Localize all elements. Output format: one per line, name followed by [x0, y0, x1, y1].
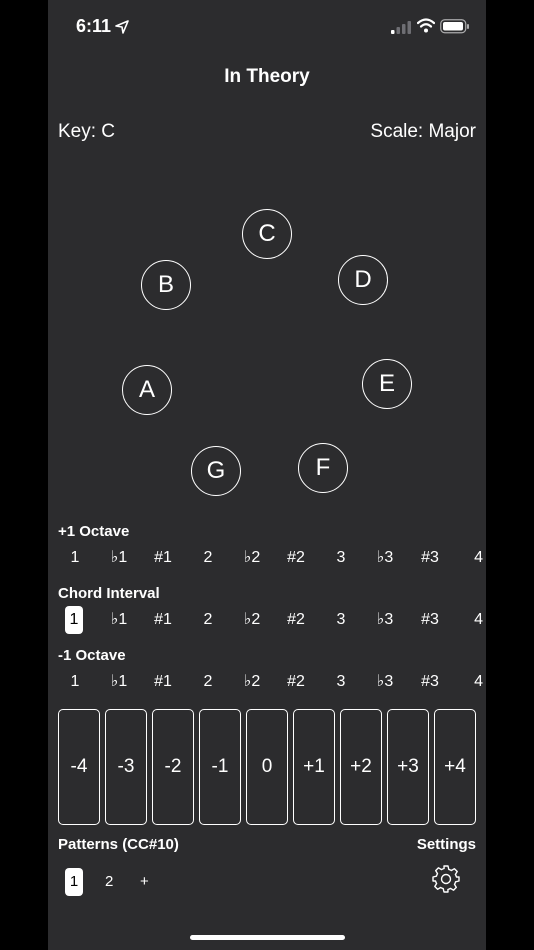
settings-label[interactable]: Settings	[417, 836, 476, 853]
interval-sharp-2[interactable]: #2	[280, 544, 312, 572]
interval-sharp-3[interactable]: #3	[414, 606, 446, 634]
interval-3[interactable]: 3	[325, 544, 357, 572]
transpose-minus-3-button[interactable]: -3	[105, 709, 147, 825]
cellular-signal-icon	[391, 21, 411, 34]
minus-octave-label: -1 Octave	[58, 647, 126, 664]
interval-1-selected[interactable]: 1	[65, 606, 83, 634]
interval-flat-3[interactable]: ♭3	[369, 668, 401, 696]
note-g[interactable]: G	[191, 446, 241, 496]
transpose-plus-3-button[interactable]: +3	[387, 709, 429, 825]
transpose-minus-1-button[interactable]: -1	[199, 709, 241, 825]
interval-2[interactable]: 2	[192, 544, 224, 572]
transpose-minus-2-button[interactable]: -2	[152, 709, 194, 825]
interval-flat-2[interactable]: ♭2	[236, 668, 268, 696]
interval-flat-1[interactable]: ♭1	[103, 606, 135, 634]
pattern-1-tab[interactable]: 1	[65, 868, 83, 896]
interval-flat-2[interactable]: ♭2	[236, 606, 268, 634]
key-selector[interactable]: Key: C	[58, 121, 115, 143]
interval-flat-1[interactable]: ♭1	[103, 668, 135, 696]
status-time: 6:11	[76, 16, 112, 36]
gear-icon[interactable]	[431, 864, 461, 894]
interval-sharp-2[interactable]: #2	[280, 668, 312, 696]
interval-flat-1[interactable]: ♭1	[103, 544, 135, 572]
note-c[interactable]: C	[242, 209, 292, 259]
transpose-plus-1-button[interactable]: +1	[293, 709, 335, 825]
interval-flat-3[interactable]: ♭3	[369, 606, 401, 634]
interval-1[interactable]: 1	[59, 668, 91, 696]
transpose-minus-4-button[interactable]: -4	[58, 709, 100, 825]
pattern-2-tab[interactable]: 2	[105, 868, 113, 896]
interval-sharp-1[interactable]: #1	[147, 606, 179, 634]
note-f[interactable]: F	[298, 443, 348, 493]
interval-sharp-3[interactable]: #3	[414, 668, 446, 696]
interval-sharp-3[interactable]: #3	[414, 544, 446, 572]
location-arrow-icon	[115, 20, 129, 34]
interval-sharp-1[interactable]: #1	[147, 544, 179, 572]
interval-4[interactable]: 4	[458, 668, 483, 696]
transpose-plus-2-button[interactable]: +2	[340, 709, 382, 825]
transpose-plus-4-button[interactable]: +4	[434, 709, 476, 825]
battery-icon	[440, 19, 469, 34]
interval-3[interactable]: 3	[325, 668, 357, 696]
interval-2[interactable]: 2	[192, 606, 224, 634]
patterns-label: Patterns (CC#10)	[58, 836, 179, 853]
plus-octave-label: +1 Octave	[58, 523, 130, 540]
interval-flat-2[interactable]: ♭2	[236, 544, 268, 572]
home-indicator	[190, 935, 345, 940]
interval-flat-3[interactable]: ♭3	[369, 544, 401, 572]
interval-sharp-1[interactable]: #1	[147, 668, 179, 696]
interval-4[interactable]: 4	[458, 544, 483, 572]
transpose-0-button[interactable]: 0	[246, 709, 288, 825]
chord-interval-row: 1 ♭1 #1 2 ♭2 #2 3 ♭3 #3 4	[58, 606, 483, 634]
minus-octave-row: 1 ♭1 #1 2 ♭2 #2 3 ♭3 #3 4	[58, 668, 483, 696]
wifi-icon	[417, 18, 435, 33]
interval-2[interactable]: 2	[192, 668, 224, 696]
note-e[interactable]: E	[362, 359, 412, 409]
interval-1[interactable]: 1	[59, 544, 91, 572]
note-d[interactable]: D	[338, 255, 388, 305]
scale-selector[interactable]: Scale: Major	[370, 121, 476, 143]
note-b[interactable]: B	[141, 260, 191, 310]
interval-sharp-2[interactable]: #2	[280, 606, 312, 634]
add-pattern-button[interactable]: +	[140, 868, 149, 896]
chord-interval-label: Chord Interval	[58, 585, 160, 602]
interval-3[interactable]: 3	[325, 606, 357, 634]
page-title: In Theory	[224, 66, 310, 87]
interval-4[interactable]: 4	[458, 606, 483, 634]
note-a[interactable]: A	[122, 365, 172, 415]
plus-octave-row: 1 ♭1 #1 2 ♭2 #2 3 ♭3 #3 4	[58, 544, 483, 572]
